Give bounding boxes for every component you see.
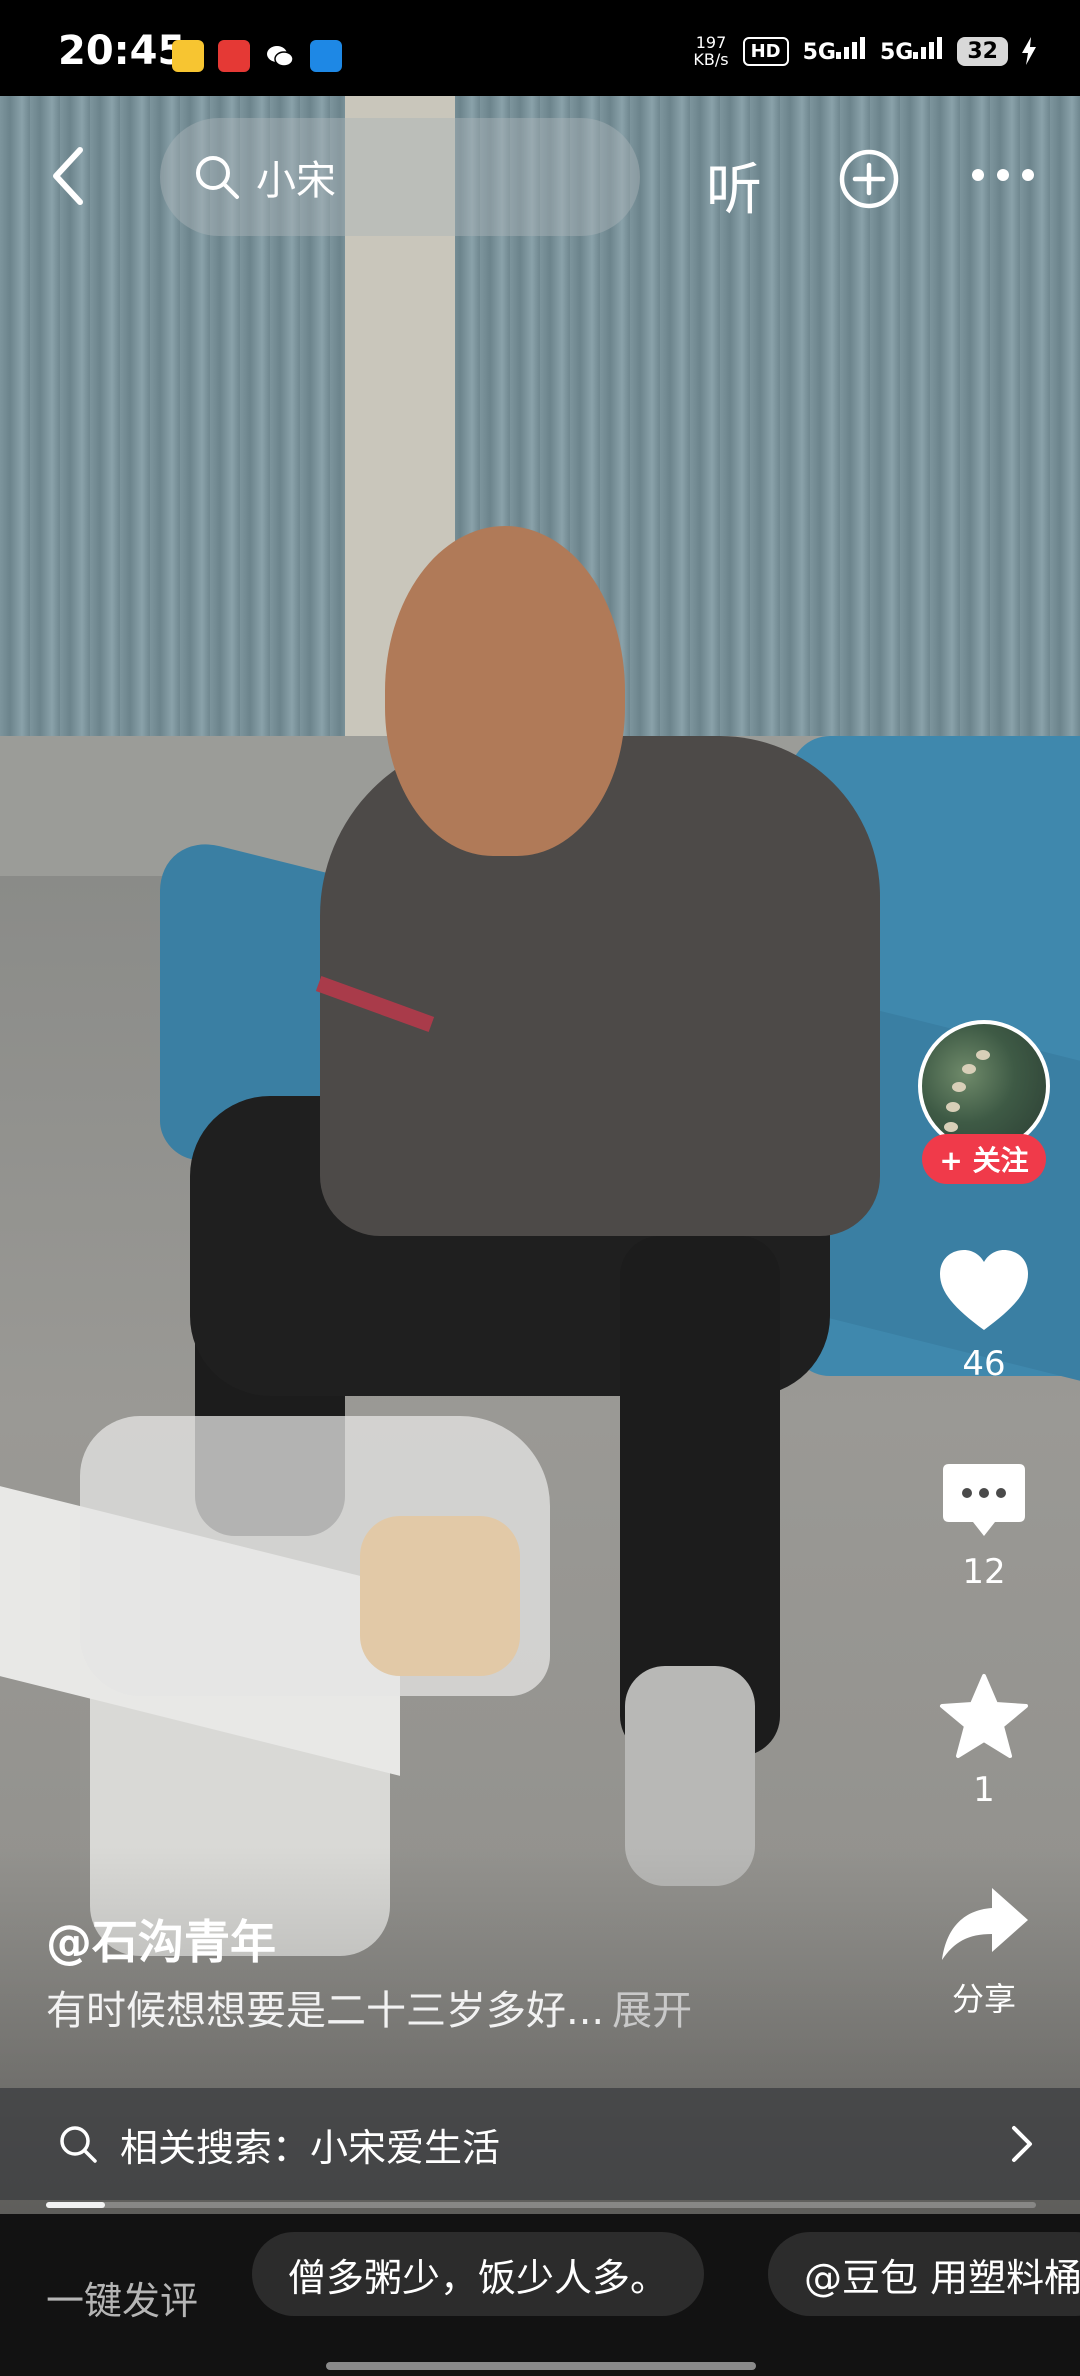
playback-progress-bar[interactable] <box>46 2202 1036 2208</box>
like-button[interactable]: 46 <box>920 1246 1048 1384</box>
signal-label-2: 5G <box>880 40 914 65</box>
network-speed: 197 KB/s <box>693 34 728 68</box>
back-button[interactable] <box>40 146 96 206</box>
network-speed-unit: KB/s <box>693 50 729 69</box>
network-speed-value: 197 <box>695 33 727 52</box>
expand-link[interactable]: 展开 <box>612 1988 692 2034</box>
avatar-image-detail <box>962 1064 976 1074</box>
signal-icon-2: 5G <box>880 37 943 65</box>
comment-icon <box>943 1464 1025 1536</box>
share-button[interactable]: 分享 <box>920 1884 1048 2020</box>
comment-count: 12 <box>962 1552 1006 1592</box>
listen-button[interactable]: 听 <box>706 145 762 226</box>
plus-circle-icon <box>839 149 899 209</box>
app-icon <box>310 40 342 72</box>
video-description[interactable]: 有时候想想要是二十三岁多好... 展开 <box>46 1978 692 2036</box>
status-bar: 20:45 197 KB/s HD 5G 5G 32 <box>0 0 1080 96</box>
more-options-button[interactable] <box>970 160 1036 190</box>
search-bar[interactable]: 小宋 <box>160 118 640 236</box>
video-person-shirt <box>320 736 880 1236</box>
playback-progress-fill <box>46 2202 106 2208</box>
chevron-right-icon <box>1012 2126 1032 2162</box>
toutiao-icon <box>218 40 250 72</box>
related-search-value: 小宋爱生活 <box>310 2125 501 2170</box>
video-player[interactable] <box>0 96 1080 2220</box>
avatar-image-detail <box>944 1122 958 1132</box>
avatar-image-detail <box>952 1082 966 1092</box>
comment-button[interactable]: 12 <box>920 1460 1048 1592</box>
chevron-left-icon <box>53 147 83 205</box>
star-icon <box>940 1674 1028 1758</box>
quick-comment-label[interactable]: 一键发评 <box>46 2270 198 2325</box>
heart-icon <box>940 1250 1028 1330</box>
home-indicator[interactable] <box>326 2362 756 2370</box>
add-button[interactable] <box>838 148 900 210</box>
more-icon <box>972 169 1034 181</box>
wechat-icon <box>264 40 296 72</box>
creator-avatar[interactable] <box>918 1020 1050 1152</box>
search-icon <box>196 156 239 199</box>
share-label: 分享 <box>951 1980 1016 2018</box>
favorite-count: 1 <box>973 1770 995 1810</box>
follow-button[interactable]: + 关注 <box>922 1134 1046 1184</box>
charging-icon <box>1022 37 1036 65</box>
related-search-label: 相关搜索： <box>120 2125 311 2170</box>
related-search-bar[interactable]: 相关搜索： 小宋爱生活 <box>0 2088 1080 2200</box>
like-count: 46 <box>962 1344 1006 1384</box>
avatar-image-detail <box>976 1050 990 1060</box>
signal-label-1: 5G <box>802 40 836 65</box>
status-app-icons <box>172 40 342 72</box>
battery-indicator: 32 <box>957 36 1008 66</box>
search-icon <box>60 2126 97 2163</box>
description-text: 有时候想想要是二十三岁多好... <box>46 1988 605 2034</box>
video-food <box>360 1516 520 1676</box>
share-icon <box>942 1888 1028 1960</box>
video-person-head <box>385 526 625 856</box>
status-indicators: 197 KB/s HD 5G 5G 32 <box>693 34 1036 68</box>
hd-voice-icon: HD <box>742 36 789 66</box>
bottom-comment-bar: 一键发评 僧多粥少，饭少人多。 @豆包 用塑料桶 <box>0 2214 1080 2376</box>
author-name[interactable]: @石沟青年 <box>46 1906 276 1972</box>
suggested-comment-chip[interactable]: 僧多粥少，饭少人多。 <box>252 2232 705 2316</box>
meituan-icon <box>172 40 204 72</box>
status-time: 20:45 <box>58 28 186 74</box>
avatar-image-detail <box>946 1102 960 1112</box>
search-query-text: 小宋 <box>256 158 336 204</box>
favorite-button[interactable]: 1 <box>920 1672 1048 1810</box>
signal-icon: 5G <box>803 37 866 65</box>
suggested-comment-chip[interactable]: @豆包 用塑料桶 <box>768 2232 1080 2316</box>
